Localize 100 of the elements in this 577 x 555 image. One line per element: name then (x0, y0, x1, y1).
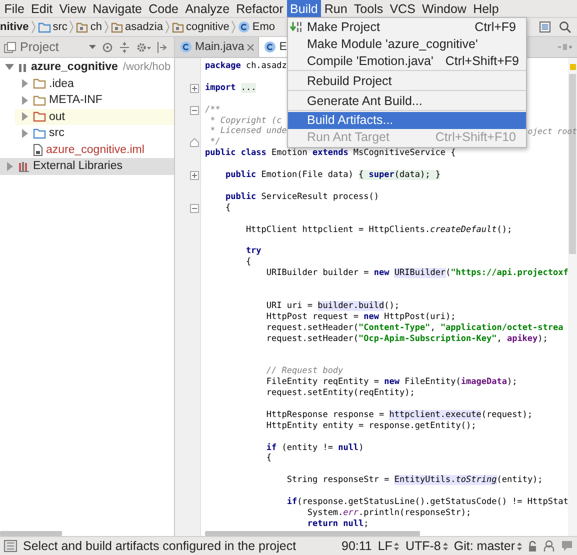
lock-icon[interactable] (528, 540, 537, 552)
editor-tab[interactable]: Main.java (175, 37, 260, 57)
menu-item[interactable]: Build (286, 0, 322, 17)
caret-position[interactable]: 90:11 (342, 539, 372, 553)
breadcrumb-item[interactable]: ch (90, 21, 102, 33)
menu-item[interactable]: Refactor (232, 0, 287, 17)
tool-windows-icon[interactable] (4, 540, 17, 552)
breadcrumb-item[interactable]: cognitive (186, 21, 230, 33)
code-line: String responseStr = EntityUtils.toString(entity); (286, 475, 543, 486)
warning-marker[interactable] (570, 64, 576, 70)
tree-row[interactable]: src (15, 125, 174, 142)
tree-label: External Libraries (33, 160, 122, 172)
menu-item[interactable]: Code (145, 0, 182, 17)
line-separator[interactable]: LF (378, 539, 392, 553)
expanded-arrow-icon[interactable] (5, 64, 14, 71)
code-line: { (265, 453, 272, 464)
code-line: HttpResponse response = httpclient.execute(request); (265, 410, 533, 421)
collapsed-arrow-icon[interactable] (22, 128, 28, 138)
code-fragment: oject root (528, 126, 577, 138)
scrollbar-thumb[interactable] (205, 530, 420, 536)
vcs-branch[interactable]: Git: master (454, 539, 515, 553)
class-icon (238, 21, 250, 33)
updown-icon (394, 542, 400, 550)
menu-item[interactable]: Run (321, 0, 351, 17)
panel-icon (4, 42, 16, 52)
menu-item[interactable]: Analyze (182, 0, 233, 17)
tree-label: azure_cognitive (31, 61, 118, 74)
package-icon (111, 22, 124, 32)
fold-collapse-icon[interactable] (190, 106, 199, 114)
code-line: return null; (306, 518, 369, 530)
menu-item[interactable]: VCS (386, 0, 419, 17)
collapsed-arrow-icon[interactable] (22, 96, 28, 105)
menu-entry[interactable]: Make Project Ctrl+F9 (288, 19, 526, 36)
tree-label: .idea (49, 78, 74, 90)
inspector-icon[interactable] (543, 540, 555, 552)
project-path: /work/hob (122, 61, 171, 74)
code-line: if(response.getStatusLine().getStatusCode() != HttpStat (286, 497, 568, 508)
target-icon[interactable] (102, 42, 113, 52)
tree-label: META-INF (49, 94, 102, 106)
hide-icon[interactable] (156, 42, 167, 52)
fold-end-icon[interactable] (190, 138, 199, 148)
folder-icon (33, 111, 46, 122)
collapsed-arrow-icon[interactable] (22, 79, 28, 88)
chevron-icon (104, 20, 110, 34)
chevron-icon (30, 20, 36, 34)
tree-label: out (49, 110, 65, 123)
class-icon (264, 41, 276, 53)
menu-item[interactable]: Help (470, 0, 502, 17)
collapsed-arrow-icon[interactable] (6, 162, 12, 171)
tree-label: src (49, 127, 64, 140)
folder-icon (38, 22, 51, 32)
menu-item[interactable]: Window (418, 0, 470, 17)
fold-expand-icon[interactable] (190, 84, 199, 93)
breadcrumb-item[interactable]: nitive (0, 21, 29, 33)
dropdown-caret-icon[interactable] (88, 44, 96, 50)
menu-item[interactable]: Navigate (89, 0, 146, 17)
menu-entry[interactable]: Generate Ant Build... (288, 92, 526, 109)
tree-row[interactable]: out (15, 108, 174, 125)
breadcrumb-item[interactable]: src (52, 21, 68, 33)
menu-item[interactable]: Tools (350, 0, 386, 17)
breadcrumb-item[interactable]: asadzia (125, 21, 163, 33)
tree-row[interactable]: META-INF (15, 92, 174, 108)
collapse-icon[interactable] (118, 42, 130, 52)
library-icon (18, 160, 30, 172)
folder-icon (33, 78, 46, 90)
close-icon[interactable] (247, 44, 254, 50)
code-line: { (244, 257, 252, 268)
folder-icon (33, 94, 46, 106)
chevron-icon (164, 20, 170, 34)
tree-row[interactable]: .idea (15, 76, 174, 92)
menu-item[interactable]: File (1, 0, 28, 17)
menu-entry[interactable]: Build Artifacts... (288, 112, 526, 129)
code-line: HttpClient httpclient = HttpClients.createDefault(); (244, 224, 512, 236)
gear-icon[interactable] (136, 42, 151, 52)
breadcrumb-item[interactable]: Emo (252, 21, 275, 33)
tree-row[interactable]: azure_cognitive.iml (15, 142, 174, 158)
file-encoding[interactable]: UTF-8 (405, 539, 441, 553)
tab-menu-icon[interactable] (557, 43, 573, 51)
panel-title: Project (20, 40, 59, 54)
code-line: try (244, 246, 262, 258)
code-line: request.setHeader("Content-Type", "application/octet-strea (265, 322, 564, 334)
code-line: if (entity != null) (265, 442, 364, 454)
tree-row[interactable]: azure_cognitive /work/hob (0, 59, 174, 76)
tree-label: azure_cognitive.iml (46, 144, 144, 156)
menu-item[interactable]: Edit (28, 0, 56, 17)
package-icon (172, 22, 184, 32)
menu-item[interactable]: View (56, 0, 90, 17)
scrollbar-thumb[interactable] (0, 530, 62, 536)
code-line: public ServiceResult process() (224, 192, 380, 203)
fold-collapse-icon[interactable] (190, 204, 199, 213)
updown-icon (517, 542, 522, 550)
balloon-icon[interactable] (561, 540, 573, 552)
collapsed-arrow-icon[interactable] (22, 112, 28, 122)
code-line: import ... (205, 82, 256, 94)
tree-row[interactable]: External Libraries (0, 158, 174, 174)
menu-entry[interactable]: Rebuild Project (288, 72, 526, 90)
fold-expand-icon[interactable] (190, 170, 199, 180)
code-line: FileEntity reqEntity = new FileEntity(imageData); (265, 377, 518, 388)
structure-icon[interactable] (539, 21, 551, 33)
search-icon[interactable] (559, 21, 571, 33)
